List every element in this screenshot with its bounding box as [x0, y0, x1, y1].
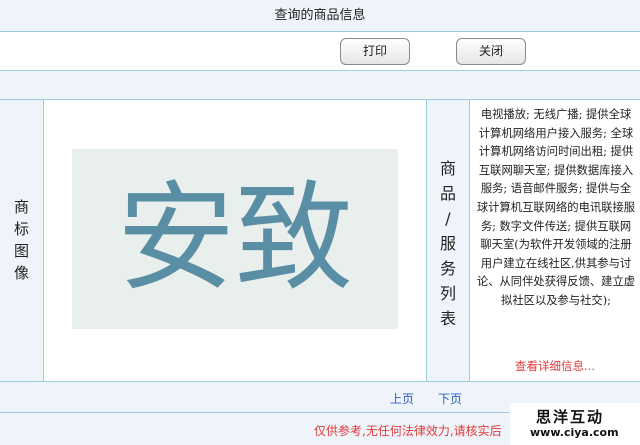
prev-page-link[interactable]: 上页: [390, 390, 414, 407]
label-char: 表: [439, 309, 456, 328]
label-char: 标: [13, 220, 29, 238]
print-button[interactable]: 打印: [340, 38, 410, 65]
label-char: 商: [13, 198, 29, 216]
label-char: 务: [439, 259, 456, 278]
label-char: /: [445, 209, 451, 228]
goods-label-cell: 商 品 / 服 务 列 表: [427, 100, 470, 381]
label-char: 图: [13, 242, 29, 260]
goods-label: 商 品 / 服 务 列 表: [427, 156, 469, 331]
info-table: 商 标 图 像 安致 商 品 / 服 务 列 表 电视播放; 无线广播; 提供全…: [0, 100, 640, 381]
view-details-link[interactable]: 查看详细信息...: [470, 358, 640, 374]
trademark-mark: 安致: [117, 169, 353, 307]
disclaimer-text: 仅供参考,无任何法律效力,请核实后: [314, 424, 502, 438]
toolbar: 打印 关闭: [0, 32, 640, 70]
page-title: 查询的商品信息: [274, 8, 366, 23]
goods-list-cell: 电视播放; 无线广播; 提供全球计算机网络用户接入服务; 全球计算机网络访问时间…: [470, 100, 640, 381]
trademark-image-cell: 安致: [44, 100, 427, 381]
trademark-label: 商 标 图 像: [0, 196, 43, 284]
trademark-image: 安致: [72, 149, 398, 329]
goods-services-text: 电视播放; 无线广播; 提供全球计算机网络用户接入服务; 全球计算机网络访问时间…: [476, 108, 636, 307]
label-char: 品: [439, 184, 456, 203]
trademark-mark-text: 安致: [117, 169, 353, 307]
close-button[interactable]: 关闭: [456, 38, 526, 65]
label-char: 列: [439, 284, 456, 303]
next-page-link[interactable]: 下页: [438, 390, 462, 407]
trademark-label-cell: 商 标 图 像: [0, 100, 44, 381]
label-char: 服: [439, 234, 456, 253]
label-char: 商: [439, 159, 456, 178]
watermark-title: 思洋互动: [536, 408, 605, 426]
watermark-url: www.ciya.com: [530, 426, 619, 439]
label-char: 像: [13, 264, 29, 282]
watermark-logo: 思洋互动 www.ciya.com: [510, 403, 640, 445]
spacer-band: [0, 71, 640, 99]
